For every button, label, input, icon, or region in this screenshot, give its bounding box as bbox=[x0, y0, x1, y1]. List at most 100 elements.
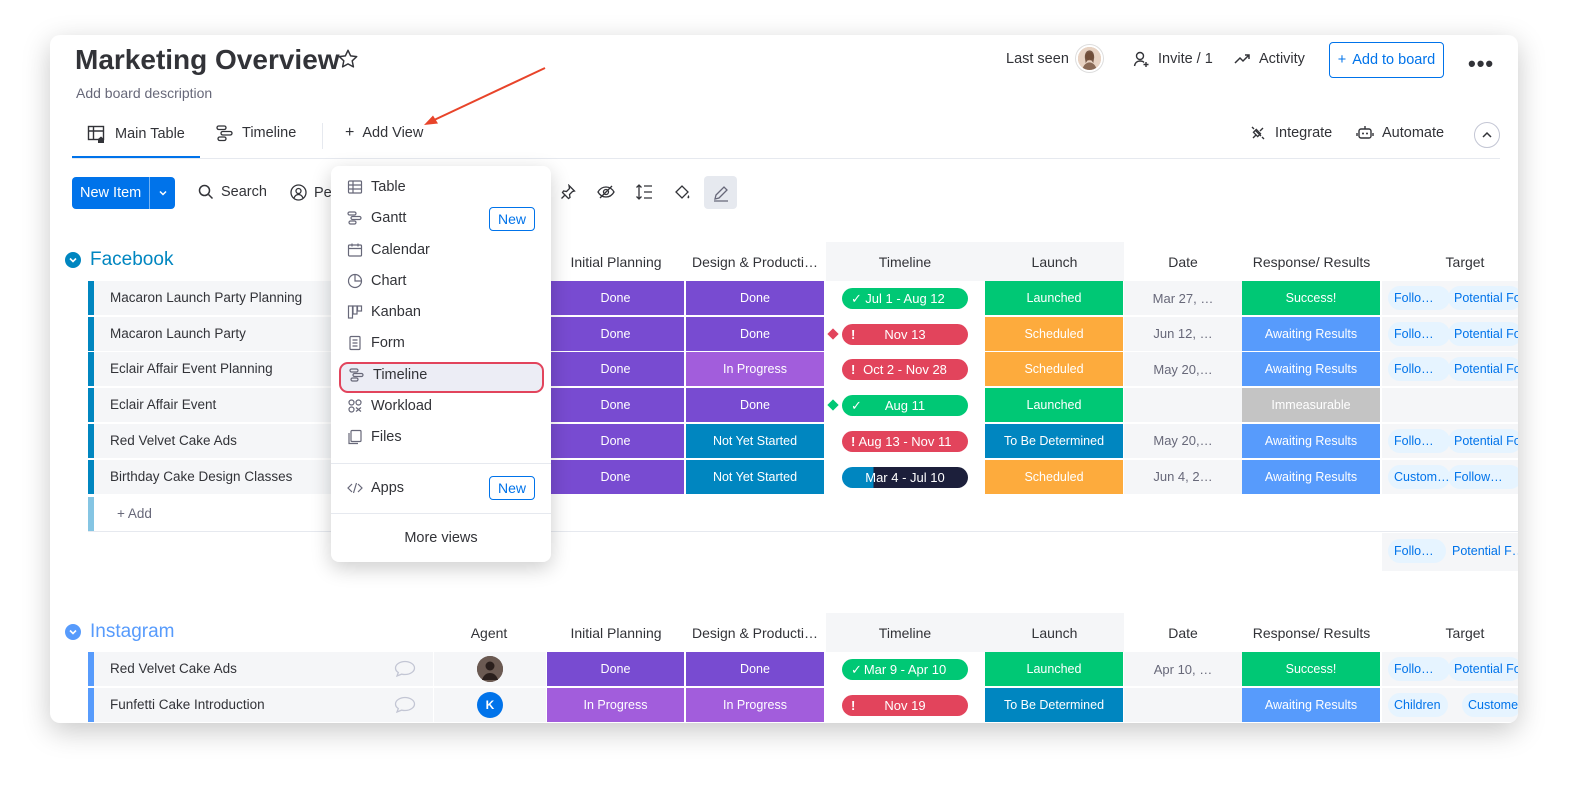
target-tag[interactable]: Follow… bbox=[1448, 464, 1518, 489]
timeline-pill[interactable]: ! Oct 2 - Nov 28 bbox=[842, 359, 968, 381]
menu-item-calendar[interactable]: Calendar bbox=[347, 242, 430, 258]
item-name[interactable]: Funfetti Cake Introduction bbox=[110, 688, 265, 722]
pin-icon[interactable] bbox=[553, 177, 583, 207]
more-views-button[interactable]: More views bbox=[331, 530, 551, 546]
item-name[interactable]: Red Velvet Cake Ads bbox=[110, 424, 237, 458]
timeline-pill[interactable]: ✓ Aug 11 bbox=[842, 395, 968, 417]
column-header-date[interactable]: Date bbox=[1124, 625, 1242, 641]
timeline-cell[interactable]: ! Nov 13 bbox=[826, 316, 985, 352]
column-header-response[interactable]: Response/ Results bbox=[1242, 254, 1381, 270]
target-tag[interactable]: Potential Fo bbox=[1448, 657, 1518, 681]
item-name[interactable]: Birthday Cake Design Classes bbox=[110, 460, 292, 494]
date-cell[interactable] bbox=[1124, 687, 1242, 723]
table-row[interactable]: Funfetti Cake Introduction bbox=[88, 687, 433, 723]
menu-item-apps[interactable]: Apps bbox=[347, 480, 404, 496]
launch-status-cell[interactable]: To Be Determined bbox=[985, 423, 1124, 459]
more-options-icon[interactable]: ••• bbox=[1468, 51, 1494, 77]
add-to-board-button[interactable]: + Add to board bbox=[1329, 42, 1444, 78]
column-header-initial[interactable]: Initial Planning bbox=[547, 254, 685, 270]
target-tag[interactable]: Potential Fo bbox=[1448, 428, 1518, 453]
chevron-down-icon[interactable] bbox=[149, 177, 175, 209]
item-name[interactable]: Macaron Launch Party Planning bbox=[110, 281, 302, 315]
design-status-cell[interactable]: Done bbox=[686, 281, 825, 316]
column-header-timeline[interactable]: Timeline bbox=[826, 254, 984, 270]
last-seen[interactable]: Last seen bbox=[1006, 45, 1103, 72]
automate-button[interactable]: Automate bbox=[1356, 124, 1444, 142]
initial-status-cell[interactable]: Done bbox=[547, 281, 685, 316]
item-name[interactable]: Macaron Launch Party bbox=[110, 317, 246, 351]
column-header-target[interactable]: Target bbox=[1382, 254, 1518, 270]
board-title[interactable]: Marketing Overview bbox=[75, 44, 340, 76]
timeline-cell[interactable]: ! Oct 2 - Nov 28 bbox=[826, 352, 985, 388]
row-height-icon[interactable] bbox=[629, 177, 659, 207]
integrate-button[interactable]: Integrate bbox=[1249, 124, 1332, 142]
design-status-cell[interactable]: Done bbox=[686, 652, 825, 687]
group-title-instagram[interactable]: Instagram bbox=[65, 621, 174, 643]
launch-status-cell[interactable]: Scheduled bbox=[985, 459, 1124, 495]
color-fill-icon[interactable] bbox=[667, 177, 697, 207]
column-header-design[interactable]: Design & Producti… bbox=[686, 625, 824, 641]
target-tag[interactable]: Potential Fo bbox=[1448, 357, 1518, 382]
column-header-target[interactable]: Target bbox=[1382, 625, 1518, 641]
initial-status-cell[interactable]: Done bbox=[547, 352, 685, 388]
tab-main-table[interactable]: Main Table bbox=[87, 124, 185, 144]
response-status-cell[interactable]: Awaiting Results bbox=[1242, 687, 1381, 723]
design-status-cell[interactable]: Not Yet Started bbox=[686, 423, 825, 459]
chat-bubble-icon[interactable] bbox=[394, 660, 416, 678]
timeline-cell[interactable]: ✓ Aug 11 bbox=[826, 388, 985, 424]
target-tag[interactable]: Custom… bbox=[1388, 464, 1450, 489]
timeline-cell[interactable]: ! Aug 13 - Nov 11 bbox=[826, 423, 985, 459]
menu-item-chart[interactable]: Chart bbox=[347, 273, 406, 289]
target-tag[interactable]: Follo… bbox=[1388, 321, 1450, 346]
initial-status-cell[interactable]: Done bbox=[547, 423, 685, 459]
timeline-pill[interactable]: Mar 4 - Jul 10 bbox=[842, 466, 968, 488]
date-cell[interactable]: Jun 4, 2… bbox=[1124, 459, 1242, 495]
initial-status-cell[interactable]: Done bbox=[547, 459, 685, 495]
target-tag[interactable]: Follo… bbox=[1388, 657, 1450, 681]
launch-status-cell[interactable]: Scheduled bbox=[985, 316, 1124, 352]
design-status-cell[interactable]: In Progress bbox=[686, 687, 825, 723]
menu-item-form[interactable]: Form bbox=[347, 335, 405, 351]
date-cell[interactable]: May 20,… bbox=[1124, 423, 1242, 459]
table-row[interactable]: Red Velvet Cake Ads bbox=[88, 423, 338, 459]
target-cell[interactable] bbox=[1382, 388, 1518, 424]
item-name[interactable]: Eclair Affair Event bbox=[110, 388, 216, 422]
timeline-pill[interactable]: ✓ Jul 1 - Aug 12 bbox=[842, 288, 968, 309]
menu-item-table[interactable]: Table bbox=[347, 179, 406, 195]
response-status-cell[interactable]: Immeasurable bbox=[1242, 388, 1381, 424]
column-header-response[interactable]: Response/ Results bbox=[1242, 625, 1381, 641]
table-row[interactable]: Birthday Cake Design Classes bbox=[88, 459, 338, 495]
date-cell[interactable]: May 20,… bbox=[1124, 352, 1242, 388]
column-header-agent[interactable]: Agent bbox=[434, 625, 544, 641]
add-item-row[interactable]: + Add bbox=[88, 497, 1518, 532]
launch-status-cell[interactable]: Launched bbox=[985, 652, 1124, 687]
target-tag[interactable]: Customer bbox=[1462, 692, 1518, 717]
timeline-cell[interactable]: ✓ Mar 9 - Apr 10 bbox=[826, 652, 985, 687]
agent-cell[interactable]: K bbox=[434, 687, 546, 723]
launch-status-cell[interactable]: Launched bbox=[985, 281, 1124, 316]
table-row[interactable]: Macaron Launch Party bbox=[88, 316, 338, 352]
column-header-design[interactable]: Design & Producti… bbox=[686, 254, 824, 270]
activity-button[interactable]: Activity bbox=[1234, 50, 1305, 68]
target-tag[interactable]: Follo… bbox=[1388, 428, 1450, 453]
column-header-launch[interactable]: Launch bbox=[985, 254, 1124, 270]
launch-status-cell[interactable]: Scheduled bbox=[985, 352, 1124, 388]
target-tag[interactable]: Follo… bbox=[1388, 357, 1450, 382]
chevron-down-icon[interactable] bbox=[65, 624, 81, 640]
person-filter-button[interactable]: Pe bbox=[290, 184, 332, 201]
edit-icon[interactable] bbox=[704, 176, 737, 209]
menu-item-kanban[interactable]: Kanban bbox=[347, 304, 421, 320]
initial-status-cell[interactable]: In Progress bbox=[547, 687, 685, 723]
collapse-header-button[interactable] bbox=[1474, 122, 1500, 148]
menu-item-timeline[interactable]: Timeline bbox=[349, 367, 427, 383]
initial-status-cell[interactable]: Done bbox=[547, 652, 685, 687]
timeline-pill[interactable]: ✓ Mar 9 - Apr 10 bbox=[842, 659, 968, 680]
tab-timeline[interactable]: Timeline bbox=[216, 124, 296, 142]
timeline-cell[interactable]: ✓ Jul 1 - Aug 12 bbox=[826, 281, 985, 316]
target-tag[interactable]: Potential Fo bbox=[1448, 286, 1518, 310]
launch-status-cell[interactable]: Launched bbox=[985, 388, 1124, 424]
response-status-cell[interactable]: Awaiting Results bbox=[1242, 459, 1381, 495]
response-status-cell[interactable]: Success! bbox=[1242, 281, 1381, 316]
initial-status-cell[interactable]: Done bbox=[547, 316, 685, 352]
date-cell[interactable]: Jun 12, … bbox=[1124, 316, 1242, 352]
